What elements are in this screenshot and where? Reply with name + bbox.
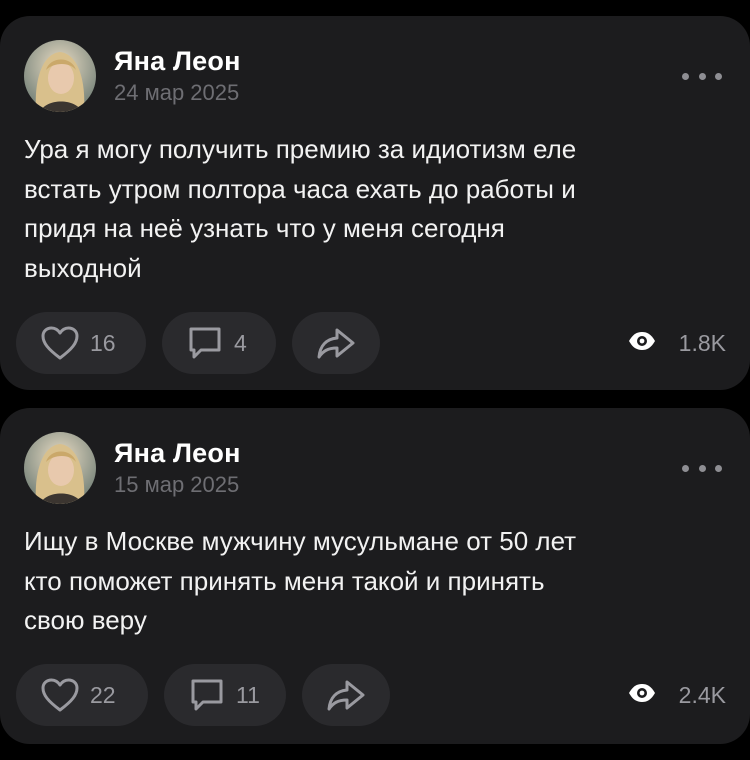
post-text: Ура я могу получить премию за идиотизм е… — [24, 134, 577, 283]
like-button[interactable]: 22 — [16, 664, 148, 726]
avatar[interactable] — [24, 40, 96, 112]
post-actions: 16 4 1.8K — [16, 312, 726, 374]
heart-icon — [40, 325, 80, 361]
post-date: 15 мар 2025 — [114, 472, 240, 497]
author-name[interactable]: Яна Леон — [114, 438, 241, 469]
more-icon[interactable] — [682, 66, 722, 86]
views-counter: 2.4K — [627, 664, 726, 726]
comment-icon — [188, 676, 226, 714]
views-counter: 1.8K — [627, 312, 726, 374]
post-date: 24 мар 2025 — [114, 80, 240, 105]
eye-icon — [627, 682, 657, 709]
comment-count: 11 — [236, 681, 260, 708]
post-card[interactable]: Яна Леон 15 мар 2025 Ищу в Москве мужчин… — [0, 408, 750, 744]
author-name[interactable]: Яна Леон — [114, 46, 241, 77]
share-icon — [325, 678, 367, 712]
views-count: 2.4K — [678, 681, 726, 708]
post-actions: 22 11 2.4K — [16, 664, 726, 726]
heart-icon — [40, 677, 80, 713]
post-card[interactable]: Яна Леон 24 мар 2025 Ура я могу получить… — [0, 16, 750, 390]
like-count: 16 — [90, 329, 116, 356]
comment-count: 4 — [234, 329, 247, 356]
views-count: 1.8K — [678, 329, 726, 356]
comment-button[interactable]: 11 — [164, 664, 286, 726]
avatar[interactable] — [24, 432, 96, 504]
comment-icon — [186, 324, 224, 362]
share-button[interactable] — [302, 664, 390, 726]
comment-button[interactable]: 4 — [162, 312, 276, 374]
eye-icon — [627, 330, 657, 357]
share-icon — [315, 326, 357, 360]
like-count: 22 — [90, 681, 116, 708]
post-text: Ищу в Москве мужчину мусульмане от 50 ле… — [24, 526, 577, 635]
more-icon[interactable] — [682, 458, 722, 478]
share-button[interactable] — [292, 312, 380, 374]
like-button[interactable]: 16 — [16, 312, 146, 374]
